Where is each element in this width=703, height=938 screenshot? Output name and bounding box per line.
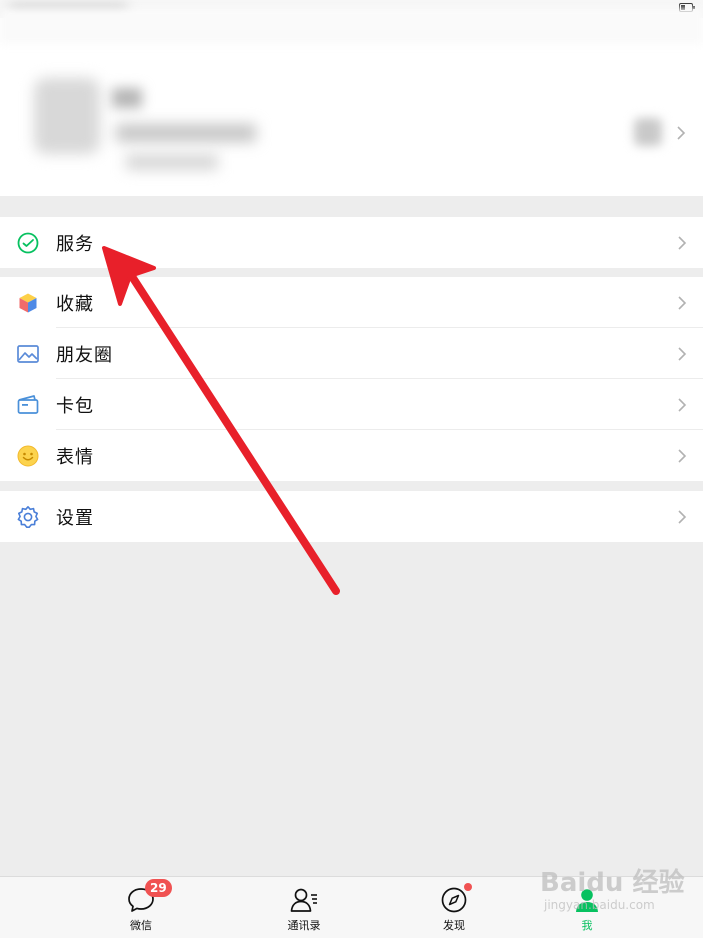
tab-label: 发现: [443, 919, 465, 932]
sticker-icon: [16, 444, 40, 468]
menu-item-label: 收藏: [56, 293, 94, 315]
menu-item-moments[interactable]: 朋友圈: [0, 328, 703, 379]
cards-icon: [16, 393, 40, 417]
menu-item-settings[interactable]: 设置: [0, 491, 703, 542]
menu-item-stickers[interactable]: 表情: [0, 430, 703, 481]
menu-group-settings: 设置: [0, 491, 703, 542]
menu-group-main: 收藏 朋友圈 卡包 表情: [0, 277, 703, 481]
tab-contacts[interactable]: 通讯录: [264, 877, 344, 938]
chevron-right-icon: [678, 509, 687, 524]
notification-dot: [464, 883, 472, 891]
tab-label: 微信: [130, 919, 152, 932]
tab-label: 通讯录: [287, 919, 321, 932]
menu-item-label: 卡包: [56, 395, 94, 417]
menu-item-label: 表情: [56, 446, 94, 468]
profile-status-blurred: [126, 154, 218, 170]
menu-group-service: 服务: [0, 217, 703, 268]
chevron-right-icon: [678, 448, 687, 463]
tab-me[interactable]: 我: [547, 877, 627, 938]
chevron-right-icon: [678, 346, 687, 361]
menu-item-label: 朋友圈: [56, 344, 113, 366]
chevron-right-icon: [678, 295, 687, 310]
favorites-icon: [16, 291, 40, 315]
avatar[interactable]: [34, 78, 100, 154]
profile-top-blur: [0, 8, 703, 44]
profile-id-blurred: [116, 124, 256, 142]
menu-item-favorites[interactable]: 收藏: [0, 277, 703, 328]
me-icon: [576, 889, 598, 912]
moments-icon: [16, 342, 40, 366]
chevron-right-icon: [677, 126, 686, 140]
menu-item-service[interactable]: 服务: [0, 217, 703, 268]
unread-badge: 29: [145, 879, 172, 897]
qr-code-icon[interactable]: [634, 118, 662, 146]
profile-name-blurred: [112, 88, 142, 108]
settings-icon: [16, 505, 40, 529]
chevron-right-icon: [678, 397, 687, 412]
tab-chats[interactable]: 29 微信: [101, 877, 181, 938]
menu-item-label: 服务: [56, 233, 94, 255]
menu-item-cards[interactable]: 卡包: [0, 379, 703, 430]
profile-header[interactable]: [0, 8, 703, 196]
contacts-icon: [290, 888, 317, 912]
chevron-right-icon: [678, 235, 687, 250]
service-icon: [16, 231, 40, 255]
bottom-tab-bar: 29 微信 通讯录 发现 我: [0, 876, 703, 938]
menu-item-label: 设置: [56, 507, 94, 529]
tab-discover[interactable]: 发现: [414, 877, 494, 938]
tab-label: 我: [581, 919, 593, 932]
